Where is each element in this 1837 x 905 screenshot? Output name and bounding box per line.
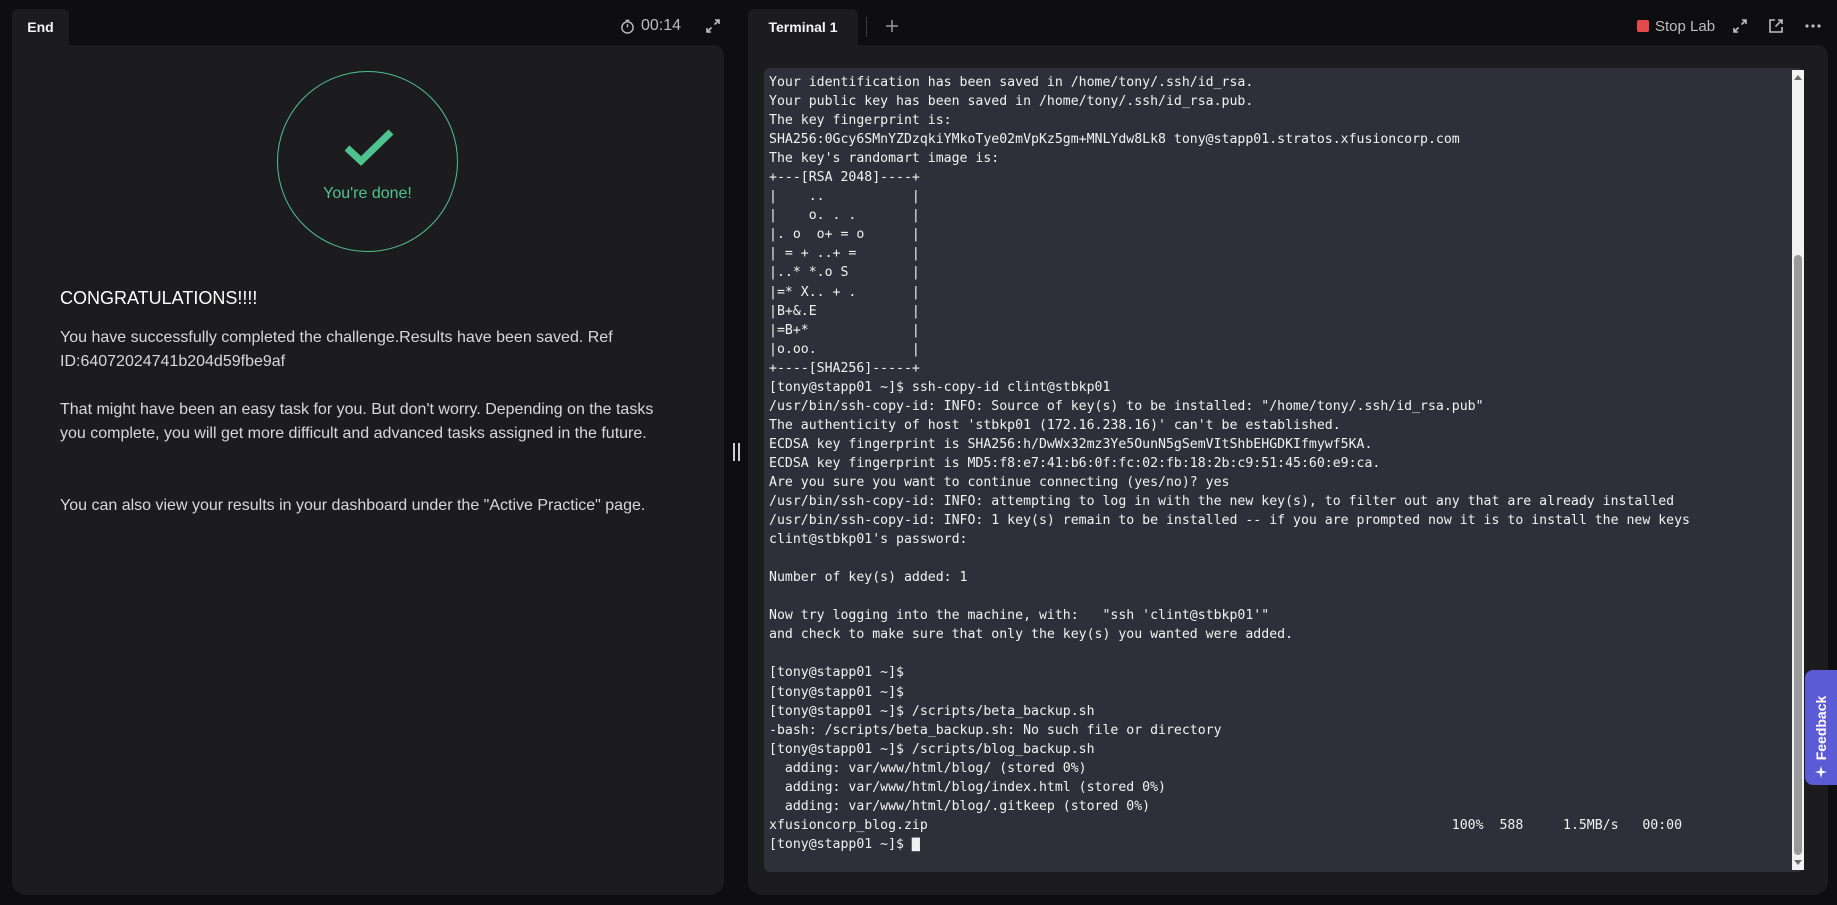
terminal-line: Are you sure you want to continue connec… [769, 474, 1230, 490]
terminal-line: +----[SHA256]-----+ [769, 360, 920, 376]
check-icon [344, 129, 394, 166]
terminal-line: | = + ..+ = | [769, 246, 920, 262]
terminal-line: Number of key(s) added: 1 [769, 570, 968, 586]
terminal-line: | .. | [769, 189, 920, 205]
done-badge: You're done! [277, 71, 458, 252]
terminal-line: [tony@stapp01 ~]$ /scripts/blog_backup.s… [769, 741, 1095, 757]
terminal-line: Your identification has been saved in /h… [769, 75, 1254, 90]
terminal-scrollbar[interactable] [1792, 70, 1804, 870]
dashboard-message: You can also view your results in your d… [60, 497, 646, 514]
terminal-line: and check to make sure that only the key… [769, 627, 1294, 643]
terminal-line: [tony@stapp01 ~]$ ssh-copy-id clint@stbk… [769, 379, 1111, 395]
congratulations-heading: CONGRATULATIONS!!!! [60, 288, 258, 308]
terminal-output: Your identification has been saved in /h… [769, 73, 1784, 854]
expand-icon[interactable] [704, 17, 722, 35]
terminal-line: The key's randomart image is: [769, 151, 1000, 167]
terminal-line: Your public key has been saved in /home/… [769, 94, 1254, 110]
terminal-line: [tony@stapp01 ~]$ /scripts/beta_backup.s… [769, 703, 1095, 719]
tab-end[interactable]: End [12, 9, 69, 45]
feedback-label: Feedback [1813, 695, 1829, 760]
more-icon[interactable] [1804, 17, 1822, 35]
terminal-line: |=* X.. + . | [769, 284, 920, 300]
terminal-line: /usr/bin/ssh-copy-id: INFO: 1 key(s) rem… [769, 513, 1690, 529]
tab-divider [866, 17, 867, 37]
terminal-line: +---[RSA 2048]----+ [769, 170, 920, 186]
terminal-line: The authenticity of host 'stbkp01 (172.1… [769, 417, 1341, 433]
terminal-line: Now try logging into the machine, with: … [769, 608, 1270, 624]
done-text: You're done! [323, 185, 412, 202]
terminal-line: /usr/bin/ssh-copy-id: INFO: attempting t… [769, 494, 1675, 510]
terminal-line: [tony@stapp01 ~]$ [769, 665, 904, 681]
terminal-line: [tony@stapp01 ~]$ ▇ [769, 836, 920, 852]
terminal-line: |B+&.E | [769, 303, 920, 319]
terminal-line: xfusioncorp_blog.zip 100% 588 1.5MB/s 00… [769, 817, 1683, 833]
external-link-icon[interactable] [1767, 17, 1785, 35]
timer-value: 00:14 [641, 17, 682, 34]
terminal-line: |=B+* | [769, 322, 920, 338]
terminal-line: ECDSA key fingerprint is MD5:f8:e7:41:b6… [769, 455, 1381, 471]
terminal-line: | o. . . | [769, 208, 920, 224]
panel-resize-handle[interactable] [731, 443, 741, 463]
terminal-screen[interactable]: Your identification has been saved in /h… [764, 68, 1804, 872]
terminal-line: ECDSA key fingerprint is SHA256:h/DwWx32… [769, 436, 1373, 452]
terminal-line: [tony@stapp01 ~]$ [769, 684, 904, 700]
scroll-thumb[interactable] [1794, 255, 1802, 855]
stop-icon [1637, 20, 1649, 32]
terminal-line: |..* *.o S | [769, 265, 920, 281]
tab-terminal-1[interactable]: Terminal 1 [748, 9, 858, 45]
terminal-line: |. o o+ = o | [769, 227, 920, 243]
terminal-line: The key fingerprint is: [769, 113, 952, 129]
scroll-up-arrow[interactable] [1794, 75, 1802, 80]
terminal-line: clint@stbkp01's password: [769, 532, 968, 548]
left-tab-bar [0, 0, 724, 44]
scroll-down-arrow[interactable] [1794, 860, 1802, 865]
terminal-line: adding: var/www/html/blog/.gitkeep (stor… [769, 798, 1151, 814]
sparkle-icon [1815, 766, 1827, 778]
result-message: You have successfully completed the chal… [60, 329, 613, 370]
stop-lab-button[interactable]: Stop Lab [1637, 16, 1715, 36]
terminal-line: adding: var/www/html/blog/index.html (st… [769, 779, 1166, 795]
difficulty-message: That might have been an easy task for yo… [60, 401, 654, 442]
fullscreen-icon[interactable] [1731, 17, 1749, 35]
terminal-line: adding: var/www/html/blog/ (stored 0%) [769, 760, 1087, 776]
timer: 00:14 [620, 15, 681, 37]
terminal-line: -bash: /scripts/beta_backup.sh: No such … [769, 722, 1222, 738]
terminal-line: SHA256:0Gcy6SMnYZDzqkiYMkoTye02mVpKz5gm+… [769, 132, 1460, 148]
feedback-button[interactable]: Feedback [1805, 670, 1837, 785]
stopwatch-icon [621, 19, 634, 34]
terminal-line: /usr/bin/ssh-copy-id: INFO: Source of ke… [769, 398, 1484, 414]
plus-icon[interactable] [884, 18, 900, 34]
stop-lab-label: Stop Lab [1655, 17, 1716, 35]
terminal-line: |o.oo. | [769, 341, 920, 357]
